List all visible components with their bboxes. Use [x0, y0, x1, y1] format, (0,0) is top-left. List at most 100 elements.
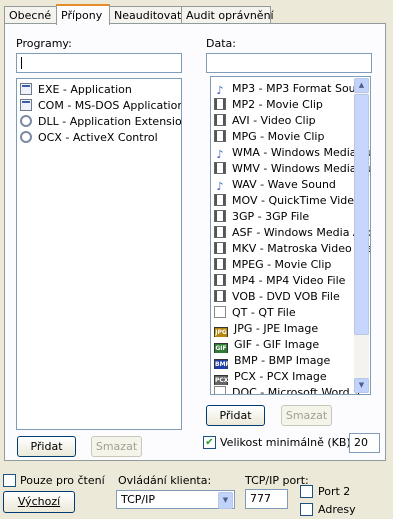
app-window-icon [20, 99, 32, 111]
film-icon [214, 130, 226, 142]
list-item[interactable]: PCX PCX - PCX Image [214, 369, 327, 385]
list-item-label: DLL - Application Extension [38, 115, 182, 128]
list-item[interactable]: MPG - Movie Clip [214, 129, 324, 145]
programs-add-button[interactable]: Přidat [17, 436, 76, 457]
addresses-checkbox[interactable] [300, 503, 313, 516]
list-item-label: ASF - Windows Media Audio/Video [232, 226, 370, 239]
music-note-icon: ♪ [216, 84, 224, 97]
port-input[interactable]: 777 [245, 489, 288, 509]
client-control-select[interactable]: TCP/IP ▼ [116, 490, 235, 509]
film-icon [214, 162, 226, 174]
film-icon [214, 114, 226, 126]
film-icon [214, 210, 226, 222]
data-remove-button[interactable]: Smazat [281, 405, 332, 426]
default-button[interactable]: Výchozí [3, 491, 75, 513]
list-item[interactable]: JPG JPG - JPE Image [214, 321, 318, 337]
list-item-label: MP2 - Movie Clip [232, 98, 323, 111]
list-item-label: VOB - DVD VOB File [232, 290, 340, 303]
programs-list[interactable]: EXE - Application COM - MS-DOS Applicatio… [16, 78, 182, 430]
list-item[interactable]: VOB - DVD VOB File [214, 289, 340, 305]
film-icon [214, 290, 226, 302]
list-item[interactable]: BMP BMP - BMP Image [214, 353, 330, 369]
list-item[interactable]: ASF - Windows Media Audio/Video [214, 225, 370, 241]
readonly-checkbox[interactable] [3, 474, 16, 487]
min-size-checkbox[interactable]: ✔ [203, 436, 216, 449]
list-item[interactable]: GIF GIF - GIF Image [214, 337, 319, 353]
list-item-label: MP4 - MP4 Video File [232, 274, 346, 287]
film-icon [214, 242, 226, 254]
film-icon [214, 194, 226, 206]
client-control-label: Ovládání klienta: [118, 474, 212, 487]
list-item[interactable]: ♪ WMA - Windows Media Audio [214, 145, 370, 161]
chevron-down-icon[interactable]: ▼ [218, 492, 233, 509]
port2-checkbox[interactable] [300, 485, 313, 498]
tab-obecne[interactable]: Obecné [4, 6, 57, 23]
data-list-scrollbar[interactable]: ▲ ▼ [354, 78, 369, 393]
list-item[interactable]: QT - QT File [214, 305, 296, 321]
list-item-label: EXE - Application [38, 83, 132, 96]
list-item-label: MPG - Movie Clip [232, 130, 325, 143]
addresses-label: Adresy [318, 503, 356, 516]
document-icon [214, 306, 226, 318]
list-item[interactable]: MKV - Matroska Video File [214, 241, 371, 257]
tab-pripony[interactable]: Přípony [56, 4, 110, 25]
gear-icon [20, 131, 32, 143]
tab-neauditovat[interactable]: Neauditovat [109, 6, 182, 23]
data-filter-input[interactable] [206, 53, 372, 73]
music-note-icon: ♪ [216, 180, 224, 193]
list-item[interactable]: MOV - QuickTime Video [214, 193, 361, 209]
gear-icon [20, 115, 32, 127]
list-item[interactable]: AVI - Video Clip [214, 113, 316, 129]
list-item-label: MKV - Matroska Video File [232, 242, 371, 255]
gif-image-icon: GIF [214, 343, 228, 353]
list-item-label: QT - QT File [232, 306, 296, 319]
list-item-label: PCX - PCX Image [234, 370, 327, 383]
list-item-label: AVI - Video Clip [232, 114, 316, 127]
list-item-label: DOC - Microsoft Word 9 [232, 386, 361, 395]
list-item[interactable]: MPEG - Movie Clip [214, 257, 331, 273]
film-icon [214, 258, 226, 270]
list-item-label: MPEG - Movie Clip [232, 258, 332, 271]
text-caret [21, 57, 22, 69]
client-control-value: TCP/IP [121, 493, 155, 506]
film-icon [214, 98, 226, 110]
extensions-panel: Programy: EXE - Application COM - MS-DOS … [4, 23, 386, 461]
list-item[interactable]: WMV - Windows Media Audio/Video [214, 161, 370, 177]
list-item[interactable]: DLL - Application Extension [20, 114, 182, 130]
list-item[interactable]: ♪ MP3 - MP3 Format Sound [214, 81, 370, 97]
tab-audit-opravneni[interactable]: Audit oprávnění [181, 6, 274, 23]
list-item-label: WMV - Windows Media Audio/Video [232, 162, 370, 175]
list-item-label: WMA - Windows Media Audio [232, 146, 370, 159]
list-item[interactable]: DOC - Microsoft Word 9 [214, 385, 361, 395]
port2-label: Port 2 [318, 485, 351, 498]
programs-filter-input[interactable] [16, 53, 182, 73]
music-note-icon: ♪ [216, 148, 224, 161]
data-label: Data: [206, 37, 236, 50]
list-item[interactable]: OCX - ActiveX Control [20, 130, 158, 146]
list-item[interactable]: COM - MS-DOS Application [20, 98, 182, 114]
min-size-input[interactable]: 20 [349, 433, 380, 453]
scrollbar-thumb[interactable] [354, 94, 369, 335]
list-item-label: 3GP - 3GP File [232, 210, 310, 223]
pcx-image-icon: PCX [214, 375, 228, 385]
data-add-button[interactable]: Přidat [206, 405, 265, 426]
readonly-label: Pouze pro čtení [20, 474, 105, 487]
list-item[interactable]: ♪ WAV - Wave Sound [214, 177, 335, 193]
list-item[interactable]: EXE - Application [20, 82, 132, 98]
list-item-label: GIF - GIF Image [234, 338, 320, 351]
bmp-image-icon: BMP [214, 359, 230, 369]
scroll-up-arrow-icon[interactable]: ▲ [354, 78, 369, 93]
app-window-icon [20, 83, 32, 95]
data-list[interactable]: ♪ MP3 - MP3 Format Sound MP2 - Movie Clip A… [210, 76, 371, 395]
list-item-label: COM - MS-DOS Application [38, 99, 182, 112]
list-item-label: MP3 - MP3 Format Sound [232, 82, 370, 95]
film-icon [214, 274, 226, 286]
list-item[interactable]: MP2 - Movie Clip [214, 97, 323, 113]
programs-remove-button[interactable]: Smazat [91, 436, 142, 457]
scroll-down-arrow-icon[interactable]: ▼ [354, 378, 369, 393]
list-item[interactable]: MP4 - MP4 Video File [214, 273, 345, 289]
list-item-label: JPG - JPE Image [234, 322, 319, 335]
jpg-image-icon: JPG [214, 327, 228, 337]
list-item[interactable]: 3GP - 3GP File [214, 209, 309, 225]
word-document-icon [214, 386, 226, 394]
